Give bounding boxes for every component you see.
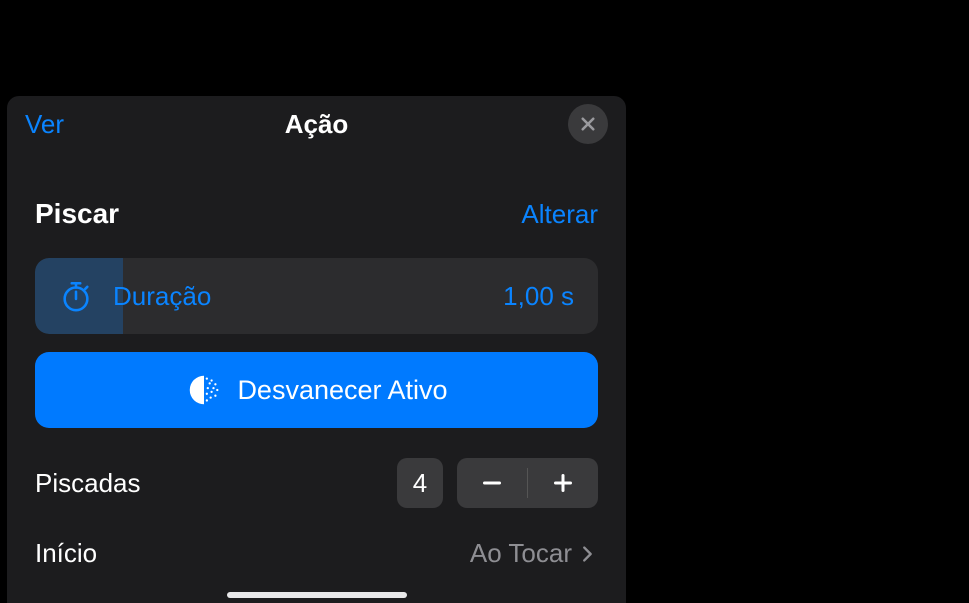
start-row[interactable]: Início Ao Tocar [7,508,626,569]
animation-name: Piscar [35,198,119,230]
blinks-row: Piscadas 4 [7,428,626,508]
action-panel: Ver Ação Piscar Alterar Duração [7,96,626,603]
fade-active-button[interactable]: Desvanecer Ativo [35,352,598,428]
increment-button[interactable] [528,458,598,508]
fade-active-label: Desvanecer Ativo [237,375,447,406]
minus-icon [477,468,507,498]
duration-value: 1,00 s [503,281,574,312]
close-button[interactable] [568,104,608,144]
close-icon [579,115,597,133]
chevron-right-icon [576,543,598,565]
start-value: Ao Tocar [470,538,572,569]
duration-slider[interactable]: Duração 1,00 s [35,258,598,334]
change-animation-button[interactable]: Alterar [521,199,598,230]
plus-icon [548,468,578,498]
start-value-selector[interactable]: Ao Tocar [470,538,598,569]
blinks-controls: 4 [397,458,598,508]
blinks-value[interactable]: 4 [397,458,443,508]
stopwatch-icon [59,279,93,313]
panel-title: Ação [285,109,349,140]
blinks-stepper [457,458,598,508]
home-indicator[interactable] [227,592,407,598]
animation-section-header: Piscar Alterar [7,156,626,248]
duration-label: Duração [113,281,211,312]
fade-icon [185,371,223,409]
start-label: Início [35,538,97,569]
decrement-button[interactable] [457,458,527,508]
back-button[interactable]: Ver [25,109,64,140]
panel-header: Ver Ação [7,96,626,156]
blinks-label: Piscadas [35,468,141,499]
